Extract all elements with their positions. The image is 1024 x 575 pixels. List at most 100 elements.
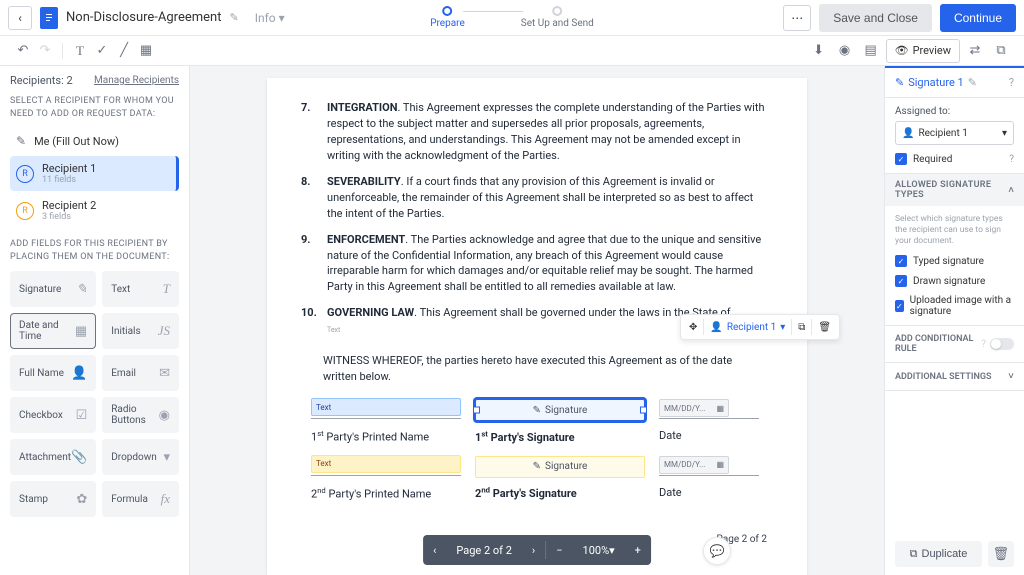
- assign-recipient-dropdown[interactable]: 👤 Recipient 1 ▾: [704, 316, 791, 338]
- move-handle-icon[interactable]: ✥: [683, 316, 703, 338]
- back-button[interactable]: ‹: [8, 6, 32, 30]
- field-dropdown[interactable]: Dropdown▾: [102, 439, 179, 475]
- additional-settings-row[interactable]: ADDITIONAL SETTINGS ˅: [885, 363, 1024, 391]
- field-formula[interactable]: Formulafx: [102, 481, 179, 517]
- chevron-down-icon: ▾: [780, 322, 785, 333]
- recipient-me[interactable]: ✎ Me (Fill Out Now): [10, 128, 179, 154]
- help-icon[interactable]: ?: [1009, 154, 1014, 165]
- calendar-icon: ▦: [716, 460, 724, 469]
- help-icon[interactable]: ?: [1009, 76, 1014, 89]
- formula-icon: fx: [161, 491, 170, 507]
- typed-sig-checkbox[interactable]: ✓: [895, 255, 907, 267]
- zoom-in-button[interactable]: +: [625, 535, 651, 565]
- duplicate-button[interactable]: ⧉Duplicate: [895, 541, 982, 567]
- drawn-sig-checkbox[interactable]: ✓: [895, 275, 907, 287]
- check-tool-icon[interactable]: ✓: [91, 40, 113, 62]
- calendar-icon: ▦: [75, 323, 87, 339]
- text-field-1[interactable]: Text: [311, 398, 461, 416]
- step-setup-send[interactable]: Set Up and Send: [521, 6, 594, 29]
- recipient-1[interactable]: R Recipient 1 11 fields: [10, 156, 179, 191]
- date-tool-icon[interactable]: ▦: [135, 40, 157, 62]
- redo-icon[interactable]: ↷: [34, 40, 56, 62]
- uploaded-sig-checkbox[interactable]: ✓: [895, 300, 904, 312]
- delete-button[interactable]: 🗑: [988, 541, 1014, 567]
- next-page-button[interactable]: ›: [522, 535, 545, 565]
- manage-recipients-link[interactable]: Manage Recipients: [94, 75, 179, 86]
- conditional-rule-row[interactable]: ADD CONDITIONAL RULE ?: [885, 326, 1024, 363]
- add-fields-caption: ADD FIELDS FOR THIS RECIPIENT BY PLACING…: [10, 238, 179, 263]
- signature-icon: ✎: [895, 76, 904, 89]
- person-icon: 👤: [710, 322, 722, 333]
- top-bar: ‹ Non-Disclosure-Agreement ✎ Info ▾ Prep…: [0, 0, 1024, 36]
- field-text[interactable]: TextT: [102, 271, 179, 307]
- chevron-down-icon: ▾: [1002, 128, 1007, 139]
- radio-icon: ◉: [159, 407, 170, 423]
- layout-icon[interactable]: ▤: [860, 40, 882, 62]
- document-canvas[interactable]: 7.INTEGRATION. This Agreement expresses …: [190, 66, 884, 575]
- progress-steps: Prepare Set Up and Send: [430, 6, 594, 29]
- pencil-icon: ✎: [16, 134, 26, 148]
- field-floating-toolbar: ✥ 👤 Recipient 1 ▾ ⧉ 🗑: [680, 314, 840, 340]
- field-initials[interactable]: InitialsJS: [102, 313, 179, 349]
- edit-icon[interactable]: ✎: [968, 76, 977, 89]
- initials-icon: JS: [158, 323, 170, 339]
- zoom-out-button[interactable]: −: [546, 535, 572, 565]
- chat-bubble-icon[interactable]: 💬: [703, 537, 731, 565]
- page-controls: ‹ Page 2 of 2 › − 100% ▾ +: [423, 535, 651, 565]
- download-icon[interactable]: ⬇: [808, 40, 830, 62]
- field-full-name[interactable]: Full Name👤: [10, 355, 96, 391]
- signature-field-r1[interactable]: ✎ Signature: [475, 399, 645, 421]
- editor-toolbar: ↶ ↷ T ✓ ╱ ▦ ⬇ ◉ ▤ 👁 Preview ⇄ ⧉: [0, 36, 1024, 66]
- allowed-types-header[interactable]: ALLOWED SIGNATURE TYPES ˄: [885, 174, 1024, 206]
- undo-icon[interactable]: ↶: [12, 40, 34, 62]
- zoom-level[interactable]: 100% ▾: [573, 535, 625, 565]
- recipient-2[interactable]: R Recipient 2 3 fields: [10, 193, 179, 228]
- page-indicator: Page 2 of 2: [446, 535, 522, 565]
- field-email[interactable]: Email✉: [102, 355, 179, 391]
- field-stamp[interactable]: Stamp✿: [10, 481, 96, 517]
- line-tool-icon[interactable]: ╱: [113, 40, 135, 62]
- prev-page-button[interactable]: ‹: [423, 535, 446, 565]
- field-attachment[interactable]: Attachment📎: [10, 439, 96, 475]
- stamp-icon: ✿: [76, 491, 87, 507]
- field-checkbox[interactable]: Checkbox☑: [10, 397, 96, 433]
- required-checkbox[interactable]: ✓: [895, 153, 907, 165]
- date-field-r2[interactable]: MM/DD/Y...▦: [659, 456, 729, 474]
- edit-title-icon[interactable]: ✎: [229, 11, 238, 24]
- preview-button[interactable]: 👁 Preview: [886, 39, 960, 63]
- location-icon[interactable]: ◉: [834, 40, 856, 62]
- attachment-icon: 📎: [71, 449, 87, 465]
- recipients-count: Recipients: 2: [10, 74, 73, 87]
- select-recipient-caption: SELECT A RECIPIENT FOR WHOM YOU NEED TO …: [10, 95, 179, 120]
- step-prepare[interactable]: Prepare: [430, 6, 465, 29]
- more-options-button[interactable]: ⋯: [783, 5, 811, 31]
- text-field-2[interactable]: Text: [311, 455, 461, 473]
- left-panel: Recipients: 2 Manage Recipients SELECT A…: [0, 66, 190, 575]
- copy-icon: ⧉: [910, 548, 918, 561]
- conditional-toggle[interactable]: [990, 338, 1014, 350]
- calendar-icon: ▦: [716, 404, 724, 413]
- field-date-time[interactable]: Date and Time▦: [10, 313, 96, 349]
- date-field-r1[interactable]: MM/DD/Y...▦: [659, 399, 729, 417]
- save-close-button[interactable]: Save and Close: [819, 4, 932, 32]
- text-tool-icon[interactable]: T: [69, 40, 91, 62]
- dropdown-icon: ▾: [163, 449, 170, 465]
- document-icon: [40, 7, 58, 29]
- right-panel: ✎ Signature 1 ✎ ? Assigned to: 👤Recipien…: [884, 66, 1024, 575]
- duplicate-field-icon[interactable]: ⧉: [792, 316, 811, 338]
- copy-icon[interactable]: ⧉: [990, 40, 1012, 62]
- person-icon: 👤: [71, 365, 87, 381]
- field-radio[interactable]: Radio Buttons◉: [102, 397, 179, 433]
- document-title: Non-Disclosure-Agreement: [66, 10, 221, 25]
- signature-field-r2[interactable]: ✎ Signature: [475, 456, 645, 478]
- chevron-up-icon: ˄: [1008, 185, 1014, 196]
- continue-button[interactable]: Continue: [940, 4, 1016, 32]
- field-signature[interactable]: Signature✎: [10, 271, 96, 307]
- help-icon: ?: [981, 339, 986, 350]
- eye-icon: 👁: [895, 44, 909, 57]
- translate-icon[interactable]: ⇄: [964, 40, 986, 62]
- field-properties-title: ✎ Signature 1 ✎: [895, 76, 977, 89]
- delete-field-icon[interactable]: 🗑: [812, 316, 837, 338]
- info-link[interactable]: Info ▾: [255, 11, 285, 25]
- assigned-to-select[interactable]: 👤Recipient 1 ▾: [895, 121, 1014, 145]
